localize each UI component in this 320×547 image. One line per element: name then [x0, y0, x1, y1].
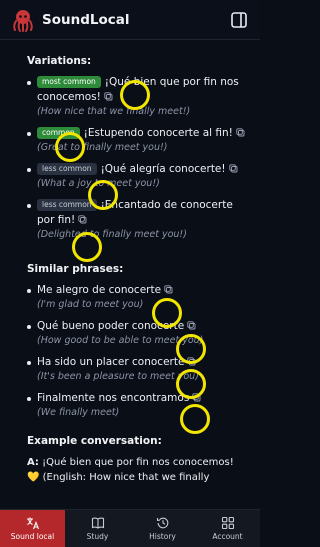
variation-phrase: ¡Qué alegría conocerte!	[100, 163, 226, 175]
copy-icon[interactable]	[78, 215, 87, 224]
copy-icon[interactable]	[187, 321, 196, 330]
frequency-badge: less common	[37, 199, 97, 211]
nav-item-account[interactable]: Account	[195, 510, 260, 547]
nav-label: Sound local	[10, 532, 55, 541]
grid-icon	[221, 516, 234, 530]
similar-translation: (It's been a pleasure to meet you)	[37, 371, 199, 382]
similar-translation: (I'm glad to meet you)	[37, 299, 144, 310]
nav-item-history[interactable]: History	[130, 510, 195, 547]
copy-icon[interactable]	[104, 92, 113, 101]
conversation-text: ¡Qué bien que por fin nos conocemos!	[42, 457, 234, 468]
similar-phrase: Ha sido un placer conocerte	[37, 356, 185, 368]
history-icon	[156, 517, 168, 529]
variation-phrase: ¡Estupendo conocerte al fin!	[83, 127, 233, 139]
nav-item-study[interactable]: Study	[65, 510, 130, 547]
similar-phrase: Qué bueno poder conocerte	[37, 320, 185, 332]
example-conversation-title: Example conversation:	[27, 435, 162, 447]
variation-translation: (What a joy to meet you!)	[37, 178, 160, 189]
phrase-details: Variations: most common ¡Qué bien que por…	[0, 41, 260, 509]
bottom-nav: Sound local Study History Account	[0, 509, 260, 547]
variation-translation: (Delighted to finally meet you!)	[37, 229, 187, 240]
list-item: Me alegro de conocerte (I'm glad to meet…	[27, 283, 248, 312]
conversation-line: A: ¡Qué bien que por fin nos conocemos! …	[27, 455, 248, 485]
frequency-badge: most common	[37, 76, 101, 88]
variations-list: most common ¡Qué bien que por fin nos con…	[27, 75, 248, 242]
variation-translation: (Great to finally meet you!)	[37, 142, 168, 153]
frequency-badge: less common	[37, 163, 97, 175]
sidebar-toggle-icon[interactable]	[230, 11, 248, 29]
list-item: less common ¡Encantado de conocerte por f…	[27, 198, 248, 242]
list-item: Finalmente nos encontramos (We finally m…	[27, 391, 248, 420]
variations-title: Variations:	[27, 55, 92, 67]
conversation-translation: (English: How nice that we finally	[42, 472, 210, 483]
frequency-badge: common	[37, 127, 80, 139]
similar-phrases-list: Me alegro de conocerte (I'm glad to meet…	[27, 283, 248, 420]
heart-emoji: 💛	[27, 472, 40, 483]
list-item: most common ¡Qué bien que por fin nos con…	[27, 75, 248, 119]
similar-translation: (How good to be able to meet you)	[37, 335, 204, 346]
copy-icon[interactable]	[187, 357, 196, 366]
nav-item-sound-local[interactable]: Sound local	[0, 510, 65, 547]
list-item: Ha sido un placer conocerte (It's been a…	[27, 355, 248, 384]
similar-phrase: Me alegro de conocerte	[37, 284, 162, 296]
nav-label: History	[149, 532, 176, 541]
nav-label: Study	[86, 532, 109, 541]
translate-icon	[26, 517, 39, 530]
book-icon	[91, 517, 104, 529]
copy-icon[interactable]	[228, 164, 238, 173]
variation-translation: (How nice that we finally meet!)	[37, 106, 191, 117]
copy-icon[interactable]	[164, 285, 173, 294]
copy-icon[interactable]	[236, 128, 245, 137]
list-item: Qué bueno poder conocerte (How good to b…	[27, 319, 248, 348]
app-title: SoundLocal	[42, 11, 130, 28]
app-header: SoundLocal	[0, 0, 260, 40]
similar-phrases-title: Similar phrases:	[27, 263, 124, 275]
list-item: common ¡Estupendo conocerte al fin! (Grea…	[27, 126, 248, 155]
similar-phrase: Finalmente nos encontramos	[37, 392, 190, 404]
copy-icon[interactable]	[192, 393, 201, 402]
nav-label: Account	[212, 532, 243, 541]
list-item: less common ¡Qué alegría conocerte! (What…	[27, 162, 248, 191]
similar-translation: (We finally meet)	[37, 407, 120, 418]
octopus-logo-icon	[13, 9, 33, 32]
speaker-label: A:	[27, 457, 39, 468]
